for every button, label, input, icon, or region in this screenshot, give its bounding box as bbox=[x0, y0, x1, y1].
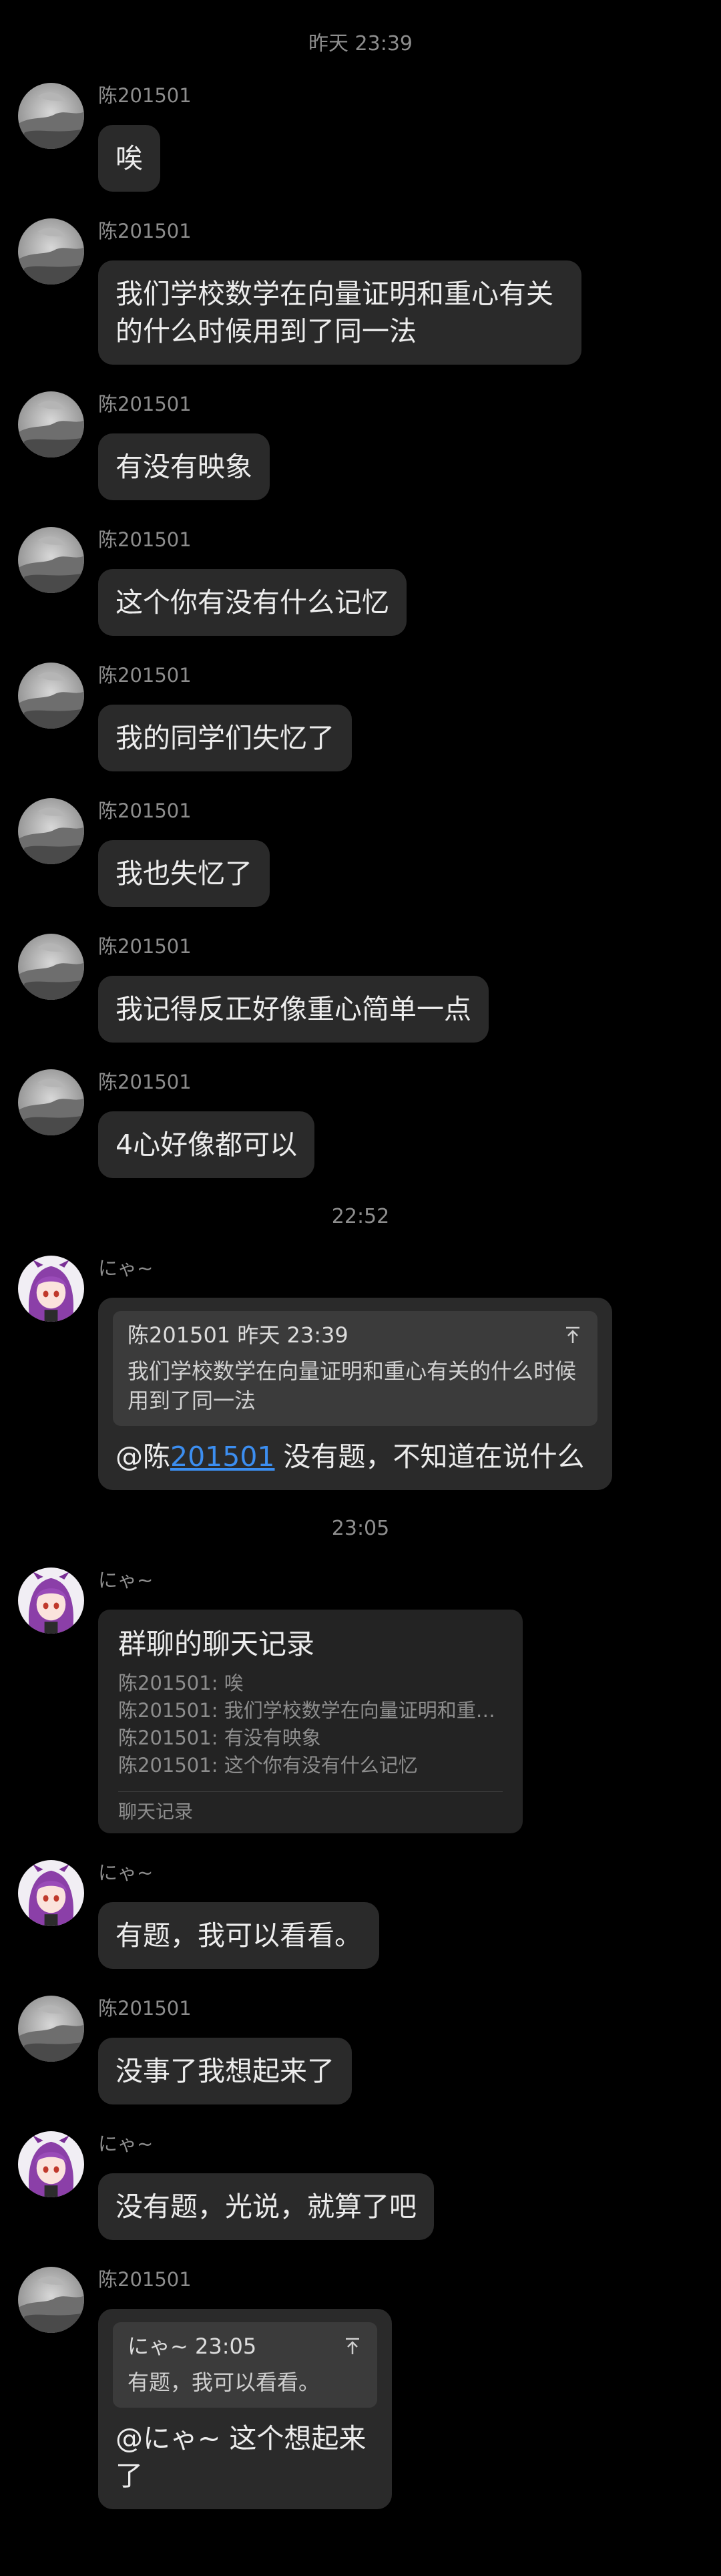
gray-avatar-icon[interactable] bbox=[18, 391, 84, 457]
chat-log[interactable]: 昨天 23:39 陈201501 唉 陈201501 我们学校数学在向量证明和重… bbox=[0, 0, 721, 2509]
quote-text: 我们学校数学在向量证明和重心有关的什么时候用到了同一法 bbox=[128, 1358, 577, 1413]
sender-name: 陈201501 bbox=[98, 799, 192, 822]
gray-avatar-icon[interactable] bbox=[18, 663, 84, 729]
message-bubble[interactable]: 没有题，光说，就算了吧 bbox=[98, 2173, 434, 2240]
message-bubble[interactable]: 我也失忆了 bbox=[98, 840, 270, 907]
message-row: 陈201501 我记得反正好像重心简单一点 bbox=[0, 934, 721, 1043]
quoted-message[interactable]: 陈201501 昨天 23:39 我们学校数学在向量证明和重心有关的什么时候用到… bbox=[113, 1311, 597, 1426]
message-bubble[interactable]: 有没有映象 bbox=[98, 433, 270, 500]
message-bubble[interactable]: 4心好像都可以 bbox=[98, 1111, 315, 1178]
message-row: にゃ~ 陈201501 昨天 23:39 我们学校数学在向量证明和重心有关的什么… bbox=[0, 1256, 721, 1490]
sender-name: にゃ~ bbox=[98, 1257, 154, 1280]
sender-name: 陈201501 bbox=[98, 220, 192, 242]
chat-record-line: 陈201501: 我们学校数学在向量证明和重心... bbox=[118, 1699, 503, 1722]
chat-record-footer: 聊天记录 bbox=[118, 1801, 194, 1823]
message-bubble[interactable]: 唉 bbox=[98, 125, 160, 192]
reply-bubble[interactable]: 陈201501 昨天 23:39 我们学校数学在向量证明和重心有关的什么时候用到… bbox=[98, 1298, 612, 1490]
message-bubble[interactable]: 有题，我可以看看。 bbox=[98, 1902, 379, 1969]
sender-name: 陈201501 bbox=[98, 1071, 192, 1093]
gray-avatar-icon[interactable] bbox=[18, 2267, 84, 2333]
gray-avatar-icon[interactable] bbox=[18, 83, 84, 149]
message-bubble[interactable]: 没事了我想起来了 bbox=[98, 2038, 352, 2104]
sender-name: 陈201501 bbox=[98, 664, 192, 687]
sender-name: 陈201501 bbox=[98, 84, 192, 107]
chat-record-line: 陈201501: 这个你有没有什么记忆 bbox=[118, 1754, 418, 1777]
message-row: 陈201501 我的同学们失忆了 bbox=[0, 663, 721, 771]
reply-text: 没有题，不知道在说什么 bbox=[274, 1441, 585, 1473]
timestamp: 23:05 bbox=[331, 1517, 390, 1540]
sender-name: 陈201501 bbox=[98, 2268, 192, 2291]
message-bubble[interactable]: 我的同学们失忆了 bbox=[98, 705, 352, 771]
gray-avatar-icon[interactable] bbox=[18, 1996, 84, 2062]
timestamp: 昨天 23:39 bbox=[308, 32, 413, 55]
message-row: 陈201501 这个你有没有什么记忆 bbox=[0, 527, 721, 636]
sender-name: 陈201501 bbox=[98, 935, 192, 958]
divider bbox=[118, 1791, 503, 1792]
mention-prefix: @陈 bbox=[115, 1441, 170, 1473]
sender-name: 陈201501 bbox=[98, 528, 192, 551]
anime-avatar-icon[interactable] bbox=[18, 1568, 84, 1634]
timestamp: 22:52 bbox=[331, 1205, 390, 1228]
anime-avatar-icon[interactable] bbox=[18, 2131, 84, 2197]
anime-avatar-icon[interactable] bbox=[18, 1256, 84, 1322]
gray-avatar-icon[interactable] bbox=[18, 1069, 84, 1135]
quote-text: 有题，我可以看看。 bbox=[128, 2370, 320, 2395]
message-row: 陈201501 我也失忆了 bbox=[0, 798, 721, 907]
gray-avatar-icon[interactable] bbox=[18, 218, 84, 285]
sender-name: にゃ~ bbox=[98, 1569, 154, 1592]
anime-avatar-icon[interactable] bbox=[18, 1860, 84, 1926]
sender-name: にゃ~ bbox=[98, 2133, 154, 2155]
gray-avatar-icon[interactable] bbox=[18, 527, 84, 593]
message-row: にゃ~ 没有题，光说，就算了吧 bbox=[0, 2131, 721, 2240]
message-row: 陈201501 没事了我想起来了 bbox=[0, 1996, 721, 2104]
chat-record-line: 陈201501: 有没有映象 bbox=[118, 1726, 321, 1749]
message-row: 陈201501 有没有映象 bbox=[0, 391, 721, 500]
chat-record-card[interactable]: 群聊的聊天记录 陈201501: 唉 陈201501: 我们学校数学在向量证明和… bbox=[98, 1610, 523, 1833]
sender-name: 陈201501 bbox=[98, 1997, 192, 2020]
message-bubble[interactable]: 这个你有没有什么记忆 bbox=[98, 569, 407, 636]
reply-text: @にゃ~ 这个想起来了 bbox=[115, 2422, 367, 2492]
message-row: 陈201501 4心好像都可以 bbox=[0, 1069, 721, 1178]
mention-link[interactable]: 201501 bbox=[170, 1441, 275, 1473]
chat-record-title: 群聊的聊天记录 bbox=[118, 1628, 315, 1660]
message-row: 陈201501 唉 bbox=[0, 83, 721, 192]
jump-to-top-icon[interactable] bbox=[342, 2336, 363, 2356]
gray-avatar-icon[interactable] bbox=[18, 934, 84, 1000]
message-bubble[interactable]: 我记得反正好像重心简单一点 bbox=[98, 976, 489, 1043]
sender-name: 陈201501 bbox=[98, 393, 192, 415]
reply-bubble[interactable]: にゃ~ 23:05 有题，我可以看看。 @にゃ~ 这个想起来了 bbox=[98, 2309, 392, 2509]
quote-header: 陈201501 昨天 23:39 bbox=[128, 1322, 348, 1348]
message-row: 陈201501 我们学校数学在向量证明和重心有关的什么时候用到了同一法 bbox=[0, 218, 721, 365]
message-row: にゃ~ 群聊的聊天记录 陈201501: 唉 陈201501: 我们学校数学在向… bbox=[0, 1568, 721, 1833]
message-row: 陈201501 にゃ~ 23:05 有题，我可以看看。 @にゃ~ 这个想起来了 bbox=[0, 2267, 721, 2509]
quoted-message[interactable]: にゃ~ 23:05 有题，我可以看看。 bbox=[113, 2322, 377, 2408]
message-row: にゃ~ 有题，我可以看看。 bbox=[0, 1860, 721, 1969]
gray-avatar-icon[interactable] bbox=[18, 798, 84, 864]
jump-to-top-icon[interactable] bbox=[563, 1325, 583, 1345]
message-bubble[interactable]: 我们学校数学在向量证明和重心有关的什么时候用到了同一法 bbox=[98, 260, 581, 365]
quote-header: にゃ~ 23:05 bbox=[128, 2334, 257, 2359]
sender-name: にゃ~ bbox=[98, 1861, 154, 1884]
chat-record-line: 陈201501: 唉 bbox=[118, 1672, 244, 1694]
